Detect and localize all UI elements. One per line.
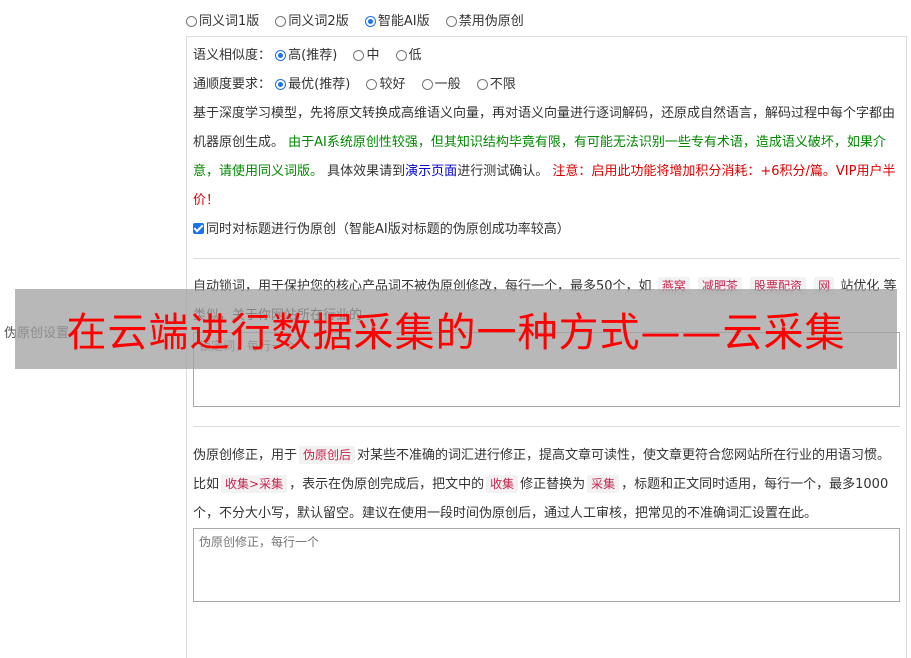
mode-option-synonym1[interactable]: 同义词1版 bbox=[186, 10, 259, 29]
radio-icon[interactable] bbox=[395, 50, 407, 61]
fluency-row: 通顺度要求： 最优(推荐) 较好 一般 不限 bbox=[187, 70, 906, 99]
similarity-high[interactable]: 高(推荐) bbox=[275, 41, 337, 70]
radio-selected-icon[interactable] bbox=[364, 16, 376, 27]
radio-icon[interactable] bbox=[366, 79, 378, 90]
correction-description: 伪原创修正，用于 伪原创后 对某些不准确的词汇进行修正，提高文章可读性，使文章更符合… bbox=[193, 446, 891, 521]
correction-textarea[interactable] bbox=[193, 528, 900, 602]
radio-icon[interactable] bbox=[275, 16, 287, 27]
fluency-good[interactable]: 较好 bbox=[366, 70, 405, 99]
radio-icon[interactable] bbox=[353, 50, 365, 61]
radio-icon[interactable] bbox=[186, 16, 197, 27]
code-tag: 伪原创后 bbox=[299, 446, 356, 464]
similarity-mid[interactable]: 中 bbox=[353, 41, 379, 70]
ai-settings-panel: 语义相似度： 高(推荐) 中 低 通顺度要求： 最优(推荐) 较好 一般 不限 … bbox=[186, 36, 907, 259]
mode-option-ai[interactable]: 智能AI版 bbox=[364, 10, 430, 29]
radio-icon[interactable] bbox=[445, 16, 457, 27]
divider bbox=[193, 258, 900, 259]
similarity-row: 语义相似度： 高(推荐) 中 低 bbox=[187, 41, 906, 70]
radio-selected-icon[interactable] bbox=[275, 50, 287, 61]
radio-icon[interactable] bbox=[476, 79, 488, 90]
mode-option-synonym2[interactable]: 同义词2版 bbox=[275, 10, 349, 29]
similarity-low[interactable]: 低 bbox=[395, 41, 422, 70]
ai-description: 基于深度学习模型，先将原文转换成高维语义向量，再对语义向量进行逐词解码，还原成自… bbox=[193, 106, 896, 208]
overlay-banner: 在云端进行数据采集的一种方式——云采集 bbox=[15, 289, 897, 369]
code-tag: 收集>采集 bbox=[221, 475, 288, 493]
banner-text: 在云端进行数据采集的一种方式——云采集 bbox=[66, 310, 846, 356]
demo-page-link[interactable]: 演示页面 bbox=[405, 164, 457, 179]
title-checkbox-row[interactable]: 同时对标题进行伪原创（智能AI版对标题的伪原创成功率较高） bbox=[187, 215, 906, 244]
checkbox-checked-icon[interactable] bbox=[193, 223, 204, 234]
radio-selected-icon[interactable] bbox=[275, 79, 287, 90]
mode-option-disable[interactable]: 禁用伪原创 bbox=[445, 10, 524, 29]
code-tag: 采集 bbox=[587, 475, 620, 493]
correction-panel: 伪原创修正，用于 伪原创后 对某些不准确的词汇进行修正，提高文章可读性，使文章更符合… bbox=[186, 426, 907, 658]
code-tag: 收集 bbox=[486, 475, 519, 493]
radio-icon[interactable] bbox=[421, 79, 433, 90]
mode-radio-group: 同义词1版 同义词2版 智能AI版 禁用伪原创 bbox=[186, 10, 536, 29]
fluency-any[interactable]: 不限 bbox=[476, 70, 516, 99]
fluency-best[interactable]: 最优(推荐) bbox=[275, 70, 350, 99]
divider bbox=[193, 426, 900, 427]
fluency-normal[interactable]: 一般 bbox=[421, 70, 461, 99]
